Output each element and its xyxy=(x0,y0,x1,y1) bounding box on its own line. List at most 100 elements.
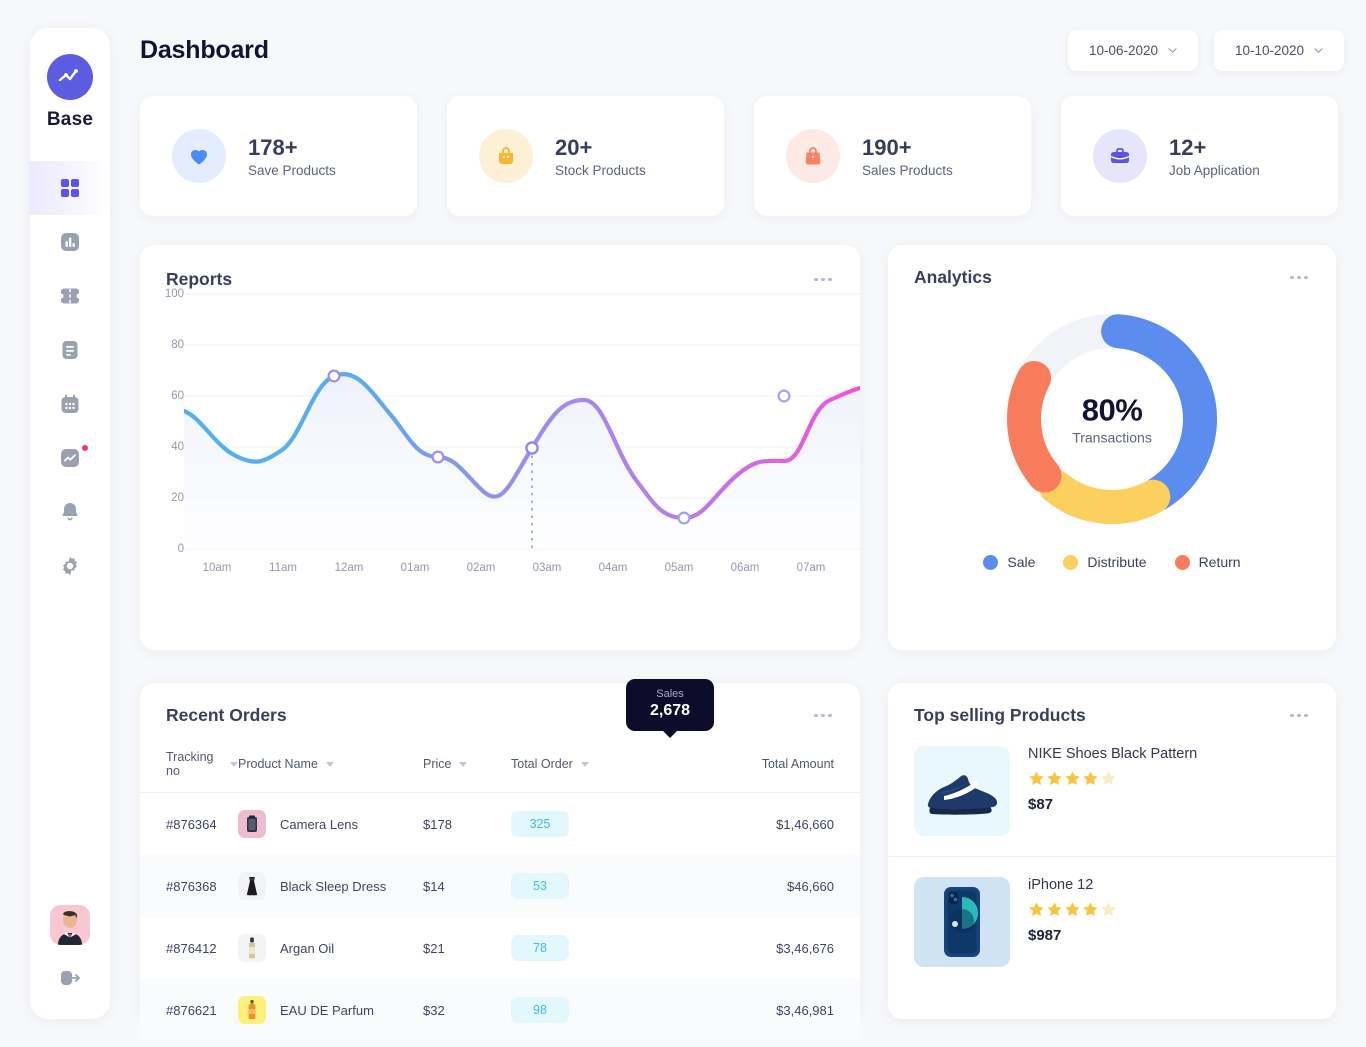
dashboard-app: Base Dashboard 10-06-2020 10-10-2020 178… xyxy=(0,0,1366,1047)
stat-card-sales-products[interactable]: 190+ Sales Products xyxy=(754,96,1031,216)
data-point-marker[interactable] xyxy=(677,511,691,525)
column-header-price[interactable]: Price xyxy=(423,740,511,793)
stat-card-stock-products[interactable]: 20+ Stock Products xyxy=(447,96,724,216)
stat-card-job-application[interactable]: 12+ Job Application xyxy=(1061,96,1338,216)
sidebar-item-notifications[interactable] xyxy=(30,485,110,539)
reports-more-icon[interactable] xyxy=(814,277,832,282)
sidebar-item-reports[interactable] xyxy=(30,215,110,269)
table-row[interactable]: #876621 EAU DE Parfum $32 98 $3,46,981 xyxy=(140,979,860,1041)
sidebar-item-calendar[interactable] xyxy=(30,377,110,431)
date-from-picker[interactable]: 10-06-2020 xyxy=(1068,30,1198,71)
recent-orders-more-icon[interactable] xyxy=(814,713,832,718)
legend-item-distribute[interactable]: Distribute xyxy=(1063,554,1147,570)
x-tick: 10am xyxy=(202,562,232,574)
list-item[interactable]: NIKE Shoes Black Pattern $87 xyxy=(888,726,1336,836)
reports-header: Reports xyxy=(140,245,860,290)
date-to-picker[interactable]: 10-10-2020 xyxy=(1214,30,1344,71)
column-header-total-order[interactable]: Total Order xyxy=(511,740,643,793)
perfume-icon xyxy=(248,1000,256,1019)
chevron-down-icon xyxy=(1168,48,1177,53)
sidebar-item-settings[interactable] xyxy=(30,539,110,593)
sidebar-item-tickets[interactable] xyxy=(30,269,110,323)
analytics-more-icon[interactable] xyxy=(1290,275,1308,280)
column-header-total-amount[interactable]: Total Amount xyxy=(643,740,860,793)
date-from-value: 10-06-2020 xyxy=(1088,43,1159,58)
sort-caret-icon xyxy=(580,761,589,767)
legend-label: Sale xyxy=(1007,554,1036,570)
stat-value: 20+ xyxy=(555,134,593,160)
oil-bottle-thumb xyxy=(238,934,266,962)
bar-chart-icon xyxy=(61,233,79,251)
cell-product: Argan Oil xyxy=(238,917,423,979)
cell-tracking: #876412 xyxy=(166,940,217,956)
cell-total-order: 53 xyxy=(511,855,643,917)
sidebar-item-analytics[interactable] xyxy=(30,431,110,485)
rating-stars xyxy=(1028,901,1117,918)
legend-item-return[interactable]: Return xyxy=(1174,554,1241,570)
reports-chart: 100 80 60 40 20 0 Sales 2,678 10am 11am … xyxy=(140,288,860,731)
list-item[interactable]: iPhone 12 $987 xyxy=(888,856,1336,967)
data-point-marker[interactable] xyxy=(777,389,791,403)
cell-total-amount: $3,46,676 xyxy=(776,940,834,956)
avatar[interactable] xyxy=(50,905,90,945)
stat-card-save-products[interactable]: 178+ Save Products xyxy=(140,96,417,216)
table-row[interactable]: #876368 Black Sleep Dress $14 53 $46,660 xyxy=(140,855,860,917)
top-selling-products-panel: Top selling Products NIKE Shoes Black Pa… xyxy=(888,683,1336,1019)
table-row[interactable]: #876364 Camera Lens $178 325 $1,46,660 xyxy=(140,793,860,856)
donut-chart: 80% Transactions xyxy=(888,288,1336,550)
dress-thumb xyxy=(238,872,266,900)
logo-icon xyxy=(46,54,93,100)
donut-caption: Transactions xyxy=(1072,429,1152,446)
stat-label: Job Application xyxy=(1169,163,1260,179)
camera-lens-icon xyxy=(247,815,257,832)
column-header-product[interactable]: Product Name xyxy=(238,740,423,793)
column-header-tracking[interactable]: Tracking no xyxy=(140,740,238,793)
logo[interactable]: Base xyxy=(47,54,93,131)
date-to-value: 10-10-2020 xyxy=(1234,43,1305,58)
sidebar-footer xyxy=(50,905,90,991)
briefcase-icon-wrap xyxy=(1093,129,1147,183)
x-tick: 05am xyxy=(664,562,694,574)
product-info: NIKE Shoes Black Pattern $87 xyxy=(1028,746,1197,813)
data-point-marker-active[interactable] xyxy=(525,441,539,455)
star-icon-filled xyxy=(1047,771,1062,785)
x-tick: 03am xyxy=(532,562,562,574)
analytics-title: Analytics xyxy=(914,267,992,287)
recent-orders-panel: Recent Orders Tracking no Product Name P… xyxy=(140,683,860,1041)
cell-price: $178 xyxy=(423,816,452,832)
iphone-icon xyxy=(944,887,980,957)
legend-label: Return xyxy=(1198,554,1241,570)
analytics-header: Analytics xyxy=(888,245,1336,288)
chart-tooltip: Sales 2,678 xyxy=(626,679,714,731)
orders-table-head: Tracking no Product Name Price Total Ord… xyxy=(140,740,860,793)
orders-table: Tracking no Product Name Price Total Ord… xyxy=(140,740,860,1041)
x-tick: 06am xyxy=(730,562,760,574)
column-label: Tracking no xyxy=(166,750,214,778)
cell-product: EAU DE Parfum xyxy=(238,979,423,1041)
product-name: Argan Oil xyxy=(280,940,335,956)
document-icon xyxy=(62,341,78,359)
cell-tracking: #876368 xyxy=(166,878,217,894)
table-row[interactable]: #876412 Argan Oil $21 78 $3,46,676 xyxy=(140,917,860,979)
sidebar-item-dashboard[interactable] xyxy=(30,161,110,215)
legend-item-sale[interactable]: Sale xyxy=(983,554,1035,570)
product-name: NIKE Shoes Black Pattern xyxy=(1028,746,1198,762)
star-icon-filled xyxy=(1065,771,1080,785)
product-name: Black Sleep Dress xyxy=(280,878,387,894)
data-point-marker[interactable] xyxy=(327,369,341,383)
heart-icon xyxy=(191,149,207,165)
legend-swatch xyxy=(1174,554,1190,570)
star-icon-filled xyxy=(1083,902,1098,916)
wave-chart-icon xyxy=(58,69,78,82)
top-products-more-icon[interactable] xyxy=(1290,713,1308,718)
logout-button[interactable] xyxy=(57,965,83,991)
legend-swatch xyxy=(1063,554,1079,570)
star-icon-filled xyxy=(1029,771,1044,785)
x-tick: 07am xyxy=(796,562,826,574)
cell-total-amount: $3,46,981 xyxy=(776,1002,834,1018)
x-tick: 11am xyxy=(269,562,297,574)
camera-lens-thumb xyxy=(238,810,266,838)
data-point-marker[interactable] xyxy=(431,450,445,464)
analytics-panel: Analytics 80% Transactions Sale Distribu… xyxy=(888,245,1336,650)
sidebar-item-documents[interactable] xyxy=(30,323,110,377)
